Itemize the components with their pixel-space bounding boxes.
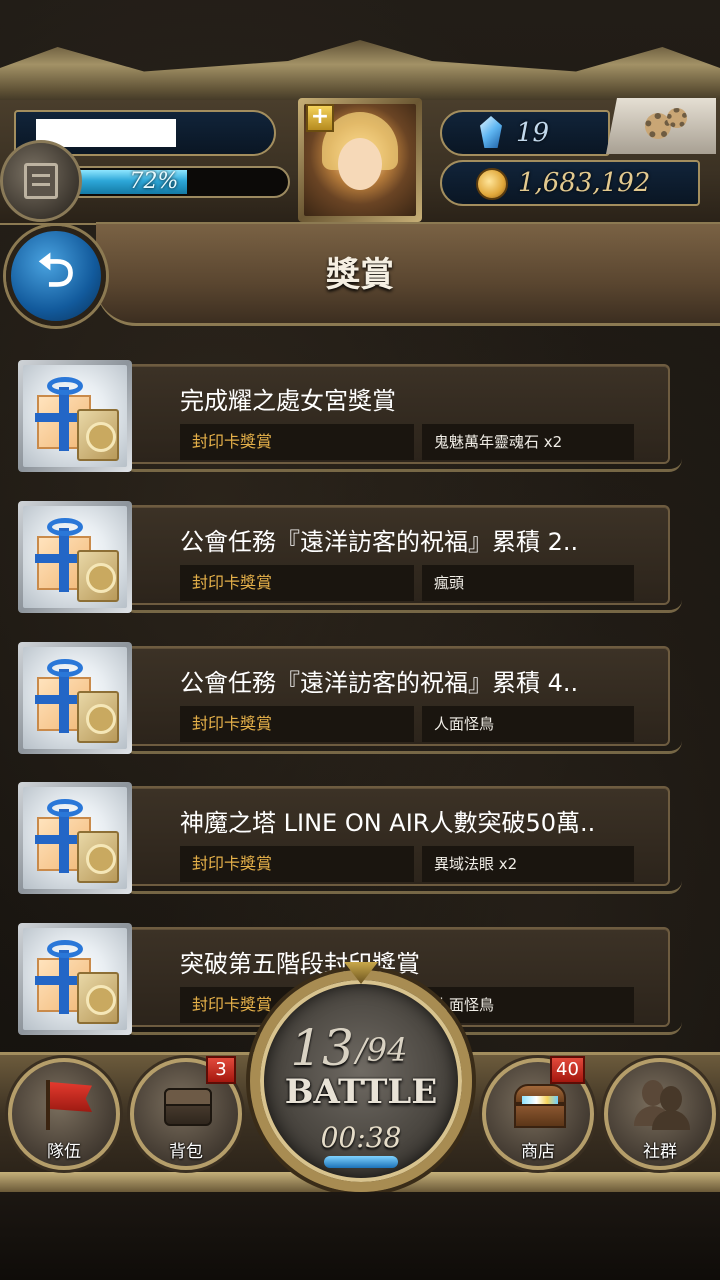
- reward-item-name: 瘋頭: [422, 565, 634, 601]
- reward-item[interactable]: 神魔之塔 LINE ON AIR人數突破50萬.. 封印卡獎賞 異域法眼 x2: [14, 782, 682, 898]
- reward-item[interactable]: 公會任務『遠洋訪客的祝福』累積 2.. 封印卡獎賞 瘋頭: [14, 501, 682, 617]
- flag-icon: [38, 1078, 92, 1130]
- settings-gear-small-icon: [667, 108, 687, 128]
- reward-item-name: 異域法眼 x2: [422, 846, 634, 882]
- battle-label: BATTLE: [284, 1072, 438, 1112]
- reward-item[interactable]: 公會任務『遠洋訪客的祝福』累積 4.. 封印卡獎賞 人面怪鳥: [14, 642, 682, 758]
- nav-shop-label: 商店: [521, 1142, 555, 1162]
- stamina-current: 13: [290, 1019, 354, 1077]
- reward-panel: 神魔之塔 LINE ON AIR人數突破50萬.. 封印卡獎賞 異域法眼 x2: [122, 786, 682, 894]
- nav-social-button[interactable]: 社群: [604, 1058, 716, 1170]
- gem-count: 19: [516, 118, 550, 148]
- gift-box-icon: [23, 506, 127, 608]
- reward-icon-frame: [18, 642, 132, 754]
- stamina-timer: 00:38: [320, 1121, 402, 1154]
- friends-icon: [634, 1078, 690, 1130]
- page-title: 獎賞: [326, 255, 394, 295]
- treasure-chest-icon: [512, 1078, 566, 1128]
- reward-source: 封印卡獎賞: [180, 706, 414, 742]
- bag-badge: 3: [206, 1056, 236, 1084]
- nav-social-label: 社群: [643, 1142, 677, 1162]
- reward-title: 神魔之塔 LINE ON AIR人數突破50萬..: [180, 809, 596, 837]
- reward-title: 公會任務『遠洋訪客的祝福』累積 4..: [180, 669, 579, 697]
- reward-icon-frame: [18, 923, 132, 1035]
- reward-title: 公會任務『遠洋訪客的祝福』累積 2..: [180, 528, 579, 556]
- bottom-background: [0, 1192, 720, 1280]
- reward-item[interactable]: 完成耀之處女宮獎賞 封印卡獎賞 鬼魅萬年靈魂石 x2: [14, 360, 682, 476]
- gift-box-icon: [23, 928, 127, 1030]
- settings-button[interactable]: [606, 98, 716, 154]
- back-button[interactable]: ⮌: [6, 226, 106, 326]
- reward-icon-frame: [18, 501, 132, 613]
- reward-source: 封印卡獎賞: [180, 846, 414, 882]
- nav-team-button[interactable]: 隊伍: [8, 1058, 120, 1170]
- plus-icon[interactable]: +: [306, 104, 334, 132]
- coin-icon: [476, 168, 508, 200]
- reward-panel: 公會任務『遠洋訪客的祝福』累積 2.. 封印卡獎賞 瘋頭: [122, 505, 682, 613]
- gift-box-icon: [23, 647, 127, 749]
- gift-box-icon: [23, 787, 127, 889]
- reward-title: 完成耀之處女宮獎賞: [180, 387, 396, 415]
- reward-item-name: 人面怪鳥: [422, 987, 634, 1023]
- coin-count: 1,683,192: [518, 168, 651, 198]
- bag-icon: [160, 1078, 212, 1128]
- menu-button[interactable]: [0, 140, 82, 222]
- gift-box-icon: [23, 365, 127, 467]
- reward-item-name: 人面怪鳥: [422, 706, 634, 742]
- back-arrow-icon: ⮌: [37, 243, 75, 297]
- nav-team-label: 隊伍: [47, 1142, 81, 1162]
- reward-item-name: 鬼魅萬年靈魂石 x2: [422, 424, 634, 460]
- reward-title: 突破第五階段封印獎賞: [180, 950, 420, 978]
- menu-icon: [24, 163, 58, 199]
- reward-panel: 公會任務『遠洋訪客的祝福』累積 4.. 封印卡獎賞 人面怪鳥: [122, 646, 682, 754]
- reward-panel: 完成耀之處女宮獎賞 封印卡獎賞 鬼魅萬年靈魂石 x2: [122, 364, 682, 472]
- shop-badge: 40: [550, 1056, 585, 1084]
- stamina-max: /94: [356, 1031, 408, 1069]
- reward-icon-frame: [18, 360, 132, 472]
- reward-source: 封印卡獎賞: [180, 424, 414, 460]
- stamina-progress: [324, 1156, 398, 1168]
- reward-icon-frame: [18, 782, 132, 894]
- exp-percent: 72%: [129, 169, 179, 194]
- nav-bag-label: 背包: [169, 1142, 203, 1162]
- reward-source: 封印卡獎賞: [180, 565, 414, 601]
